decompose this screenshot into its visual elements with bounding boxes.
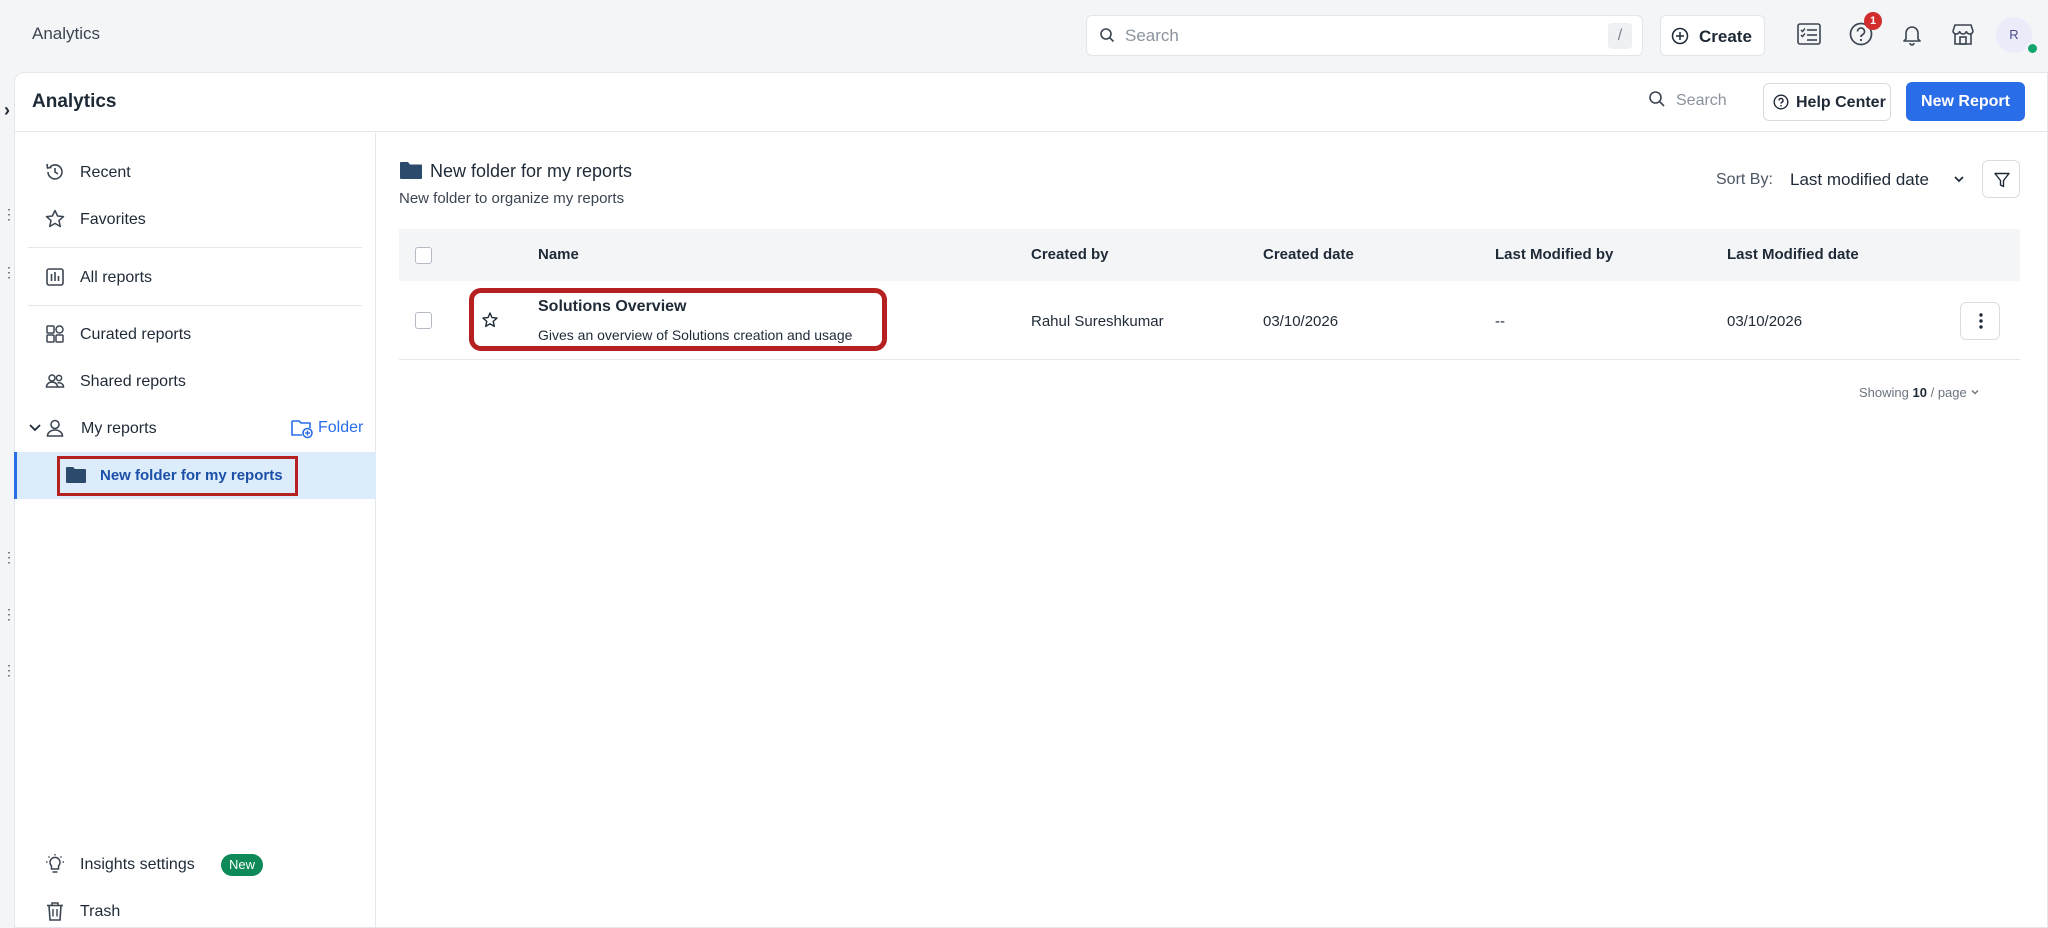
column-header-last-modified-by[interactable]: Last Modified by	[1495, 246, 1613, 263]
create-label: Create	[1699, 27, 1752, 46]
add-folder-button[interactable]: Folder	[290, 417, 363, 444]
drag-handle-icon[interactable]: ⋮	[2, 550, 16, 564]
sidebar-item-label: Favorites	[80, 211, 146, 228]
plus-circle-icon	[1671, 27, 1689, 50]
sidebar-item-label: Shared reports	[80, 373, 186, 390]
help-center-button[interactable]: Help Center	[1763, 83, 1891, 121]
folder-title: New folder for my reports	[430, 161, 633, 181]
star-icon	[44, 208, 66, 235]
panel-header	[14, 72, 2048, 132]
expand-sidebar-chevron-icon[interactable]: ›	[4, 100, 10, 121]
online-status-dot	[2026, 42, 2039, 55]
paging-suffix: / page	[1930, 385, 1967, 400]
search-icon	[1648, 91, 1666, 112]
highlight-annotation-box	[57, 456, 298, 496]
paging-count: 10	[1912, 385, 1927, 400]
grid-shapes-icon	[44, 323, 66, 350]
page-title: Analytics	[32, 91, 117, 112]
lightbulb-icon	[44, 853, 66, 880]
search-placeholder: Search	[1125, 26, 1179, 45]
create-button[interactable]: Create	[1660, 15, 1765, 56]
folder-icon	[399, 161, 423, 185]
store-icon[interactable]	[1949, 20, 1979, 50]
last-modified-date-cell: 03/10/2026	[1727, 313, 1803, 330]
created-date-cell: 03/10/2026	[1263, 313, 1339, 330]
sort-dropdown[interactable]: Last modified date	[1790, 170, 1929, 190]
page-size-selector[interactable]: Showing 10 / page	[1859, 385, 1980, 400]
trash-icon	[44, 900, 66, 927]
search-icon	[1099, 27, 1115, 48]
sidebar-item-label: All reports	[80, 269, 153, 286]
column-header-created-date[interactable]: Created date	[1263, 246, 1354, 263]
column-header-last-modified-date[interactable]: Last Modified date	[1727, 246, 1859, 263]
folder-plus-icon	[290, 420, 314, 443]
row-actions-button[interactable]	[1960, 302, 2000, 340]
last-modified-by-cell: --	[1495, 313, 1505, 330]
filter-icon	[1993, 171, 2011, 194]
users-icon	[44, 370, 66, 397]
drag-handle-icon[interactable]: ⋮	[2, 607, 16, 621]
report-search-button[interactable]: Search	[1648, 90, 1727, 113]
chevron-down-icon	[1970, 385, 1980, 400]
drag-handle-icon[interactable]: ⋮	[2, 663, 16, 677]
column-header-created-by[interactable]: Created by	[1031, 246, 1109, 263]
sidebar-item-label: Insights settings	[80, 856, 195, 873]
more-vertical-icon	[1979, 312, 1983, 335]
sidebar-item-label: Recent	[80, 164, 131, 181]
app-title: Analytics	[32, 24, 101, 43]
tasks-icon[interactable]	[1795, 20, 1825, 50]
user-icon	[44, 417, 66, 444]
sort-label: Sort By:	[1716, 171, 1773, 188]
created-by-cell: Rahul Sureshkumar	[1031, 313, 1164, 330]
chevron-down-icon[interactable]	[1952, 172, 1966, 191]
sidebar	[14, 133, 376, 928]
help-center-label: Help Center	[1796, 94, 1886, 111]
paging-prefix: Showing	[1859, 385, 1909, 400]
new-report-button[interactable]: New Report	[1906, 82, 2025, 121]
filter-button[interactable]	[1982, 160, 2020, 198]
select-all-checkbox[interactable]	[415, 247, 432, 264]
new-badge: New	[221, 854, 263, 876]
sidebar-item-label: My reports	[81, 420, 157, 437]
add-folder-label: Folder	[318, 419, 364, 436]
chevron-down-icon[interactable]	[28, 417, 42, 444]
report-chart-icon	[44, 266, 66, 293]
global-search-input[interactable]: Search /	[1086, 15, 1643, 56]
sidebar-divider	[28, 247, 362, 248]
search-shortcut-key: /	[1608, 23, 1632, 49]
drag-handle-icon[interactable]: ⋮	[2, 265, 16, 279]
sidebar-divider	[28, 305, 362, 306]
search-label: Search	[1676, 92, 1727, 109]
drag-handle-icon[interactable]: ⋮	[2, 207, 16, 221]
sidebar-item-label: Trash	[80, 903, 121, 920]
highlight-annotation-box	[469, 288, 887, 351]
folder-description: New folder to organize my reports	[399, 190, 625, 207]
history-icon	[44, 161, 66, 188]
table-header: Name Created by Created date Last Modifi…	[399, 229, 2020, 281]
row-checkbox[interactable]	[415, 312, 432, 329]
column-header-name[interactable]: Name	[538, 246, 579, 263]
question-circle-icon	[1773, 94, 1789, 115]
sidebar-item-label: Curated reports	[80, 326, 192, 343]
bell-icon[interactable]	[1898, 20, 1928, 50]
notification-badge: 1	[1864, 12, 1882, 30]
